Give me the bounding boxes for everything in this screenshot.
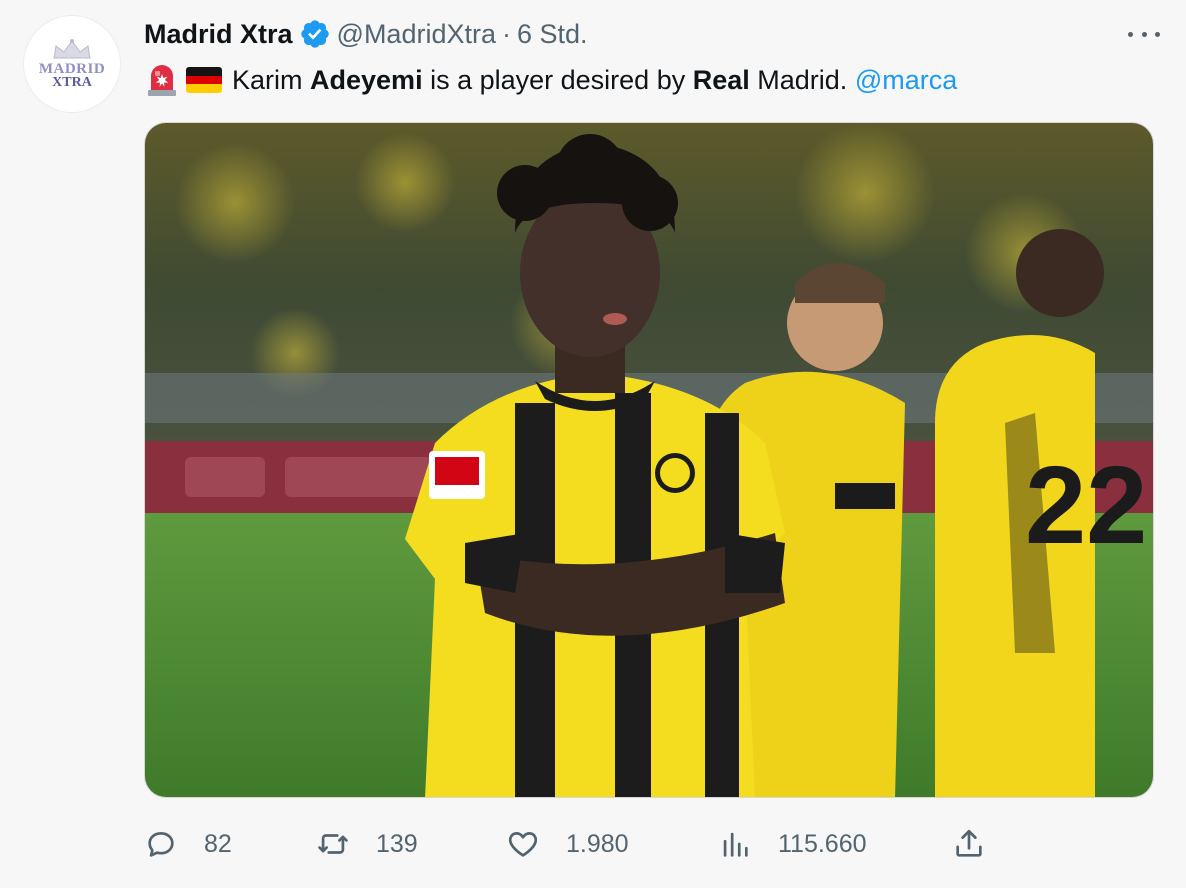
dot-icon bbox=[1141, 31, 1147, 37]
more-options-button[interactable] bbox=[1128, 22, 1160, 46]
like-count: 1.980 bbox=[566, 829, 629, 858]
reply-count: 82 bbox=[204, 829, 232, 858]
rotating-light-icon bbox=[148, 65, 176, 96]
tweet-actions: 82 139 1.980 115.660 bbox=[144, 818, 1154, 870]
tweet-timestamp[interactable]: 6 Std. bbox=[517, 19, 588, 50]
crown-icon bbox=[53, 39, 91, 59]
reply-icon bbox=[148, 832, 174, 857]
reply-button[interactable]: 82 bbox=[144, 818, 232, 870]
tweet-text-part: is a player desired by bbox=[422, 64, 693, 95]
share-icon bbox=[956, 829, 982, 857]
tweet-text-bold: Real bbox=[692, 64, 750, 95]
tweet-header: Madrid Xtra @MadridXtra · 6 Std. bbox=[144, 14, 588, 54]
tweet-text: Karim Adeyemi is a player desired by Rea… bbox=[144, 60, 957, 100]
user-handle[interactable]: @MadridXtra bbox=[337, 19, 496, 50]
tweet-text-bold: Adeyemi bbox=[310, 64, 423, 95]
tweet-text-part: Karim bbox=[232, 64, 311, 95]
share-button[interactable] bbox=[952, 818, 1012, 870]
like-button[interactable]: 1.980 bbox=[506, 818, 629, 870]
tweet-text-part: Madrid. bbox=[749, 64, 855, 95]
mention-link[interactable]: @marca bbox=[855, 65, 957, 96]
dot-icon bbox=[1128, 31, 1133, 37]
tweet: MADRID XTRA Madrid Xtra @MadridXtra · 6 … bbox=[0, 0, 1186, 888]
display-name[interactable]: Madrid Xtra bbox=[144, 19, 293, 50]
heart-icon bbox=[508, 832, 538, 857]
football-player-photo: 22 bbox=[145, 123, 1153, 797]
tweet-photo[interactable]: 22 bbox=[144, 122, 1154, 798]
dot-icon bbox=[1155, 31, 1160, 37]
views-button[interactable]: 115.660 bbox=[718, 818, 867, 870]
views-count: 115.660 bbox=[778, 829, 867, 858]
analytics-icon bbox=[723, 832, 748, 857]
retweet-icon bbox=[318, 834, 348, 854]
avatar-logo-text: MADRID bbox=[38, 61, 106, 77]
germany-flag-icon bbox=[186, 67, 222, 93]
retweet-button[interactable]: 139 bbox=[316, 818, 418, 870]
separator-dot: · bbox=[502, 18, 511, 49]
avatar-logo-subtext: XTRA bbox=[52, 75, 92, 90]
avatar[interactable]: MADRID XTRA bbox=[24, 16, 120, 112]
retweet-count: 139 bbox=[376, 829, 418, 858]
svg-text:22: 22 bbox=[1025, 444, 1147, 567]
verified-badge-icon bbox=[300, 20, 329, 48]
